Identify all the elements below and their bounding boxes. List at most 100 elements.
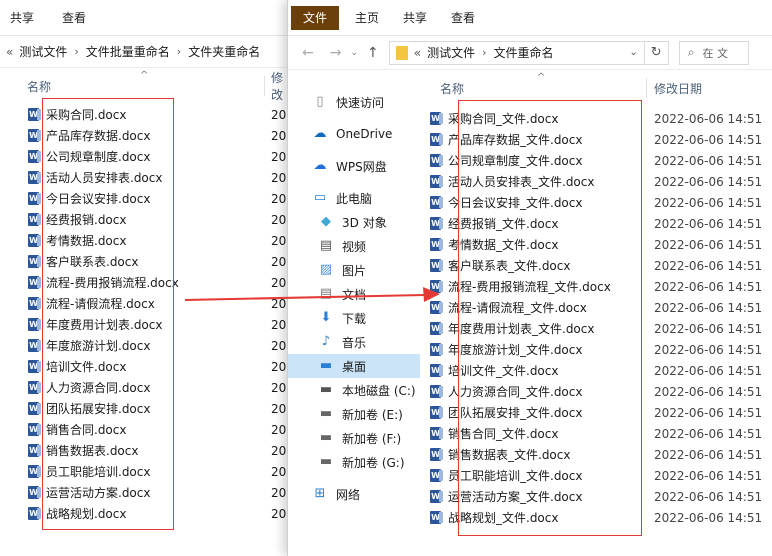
nav-item[interactable]: ▤ 视频 — [288, 234, 420, 258]
word-document-icon: W — [28, 318, 41, 331]
nav-item[interactable]: ⊞ 网络 — [288, 482, 420, 506]
address-bar[interactable]: « 测试文件 › 文件重命名 ⌄ — [388, 40, 645, 65]
word-document-icon: W — [430, 448, 443, 461]
nav-item-label: 音乐 — [342, 335, 367, 350]
column-name-header[interactable]: 名称 — [440, 80, 464, 97]
nav-item-label: 下载 — [342, 311, 367, 326]
refresh-button[interactable]: ↻ — [644, 40, 669, 65]
file-modified-date: 2022-06-06 14:51 — [654, 489, 763, 504]
file-modified-date: 20 — [271, 107, 287, 122]
nav-item[interactable]: ☁ OneDrive — [288, 122, 420, 146]
word-document-icon: W — [28, 423, 41, 436]
word-document-icon: W — [430, 238, 443, 251]
file-modified-date: 20 — [271, 275, 287, 290]
file-modified-date: 20 — [271, 380, 287, 395]
word-document-icon: W — [430, 469, 443, 482]
breadcrumb-item[interactable]: 测试文件 — [427, 44, 475, 61]
word-document-icon: W — [430, 196, 443, 209]
word-document-icon: W — [28, 339, 41, 352]
explorer-window-front: 文件 主页 共享 查看 ← → ⌄ ↑ « 测试文件 › 文件重命名 ⌄ ↻ ⌕… — [287, 0, 772, 556]
column-divider[interactable] — [264, 76, 265, 96]
column-divider[interactable] — [646, 78, 647, 98]
word-document-icon: W — [28, 150, 41, 163]
tab-file[interactable]: 文件 — [291, 5, 340, 30]
nav-item[interactable]: ☁ WPS网盘 — [288, 154, 420, 178]
word-document-icon: W — [28, 402, 41, 415]
nav-item[interactable]: ▬ 桌面 — [288, 354, 420, 378]
tab-share[interactable]: 共享 — [393, 0, 437, 36]
up-button[interactable]: ↑ — [367, 45, 379, 61]
word-document-icon: W — [430, 259, 443, 272]
file-modified-date: 20 — [271, 149, 287, 164]
file-modified-date: 20 — [271, 422, 287, 437]
network-icon: ⊞ — [314, 486, 326, 501]
back-button[interactable]: ← — [302, 45, 314, 61]
nav-item[interactable]: ♪ 音乐 — [288, 330, 420, 354]
ribbon: 共享 查看 — [0, 0, 290, 36]
search-box[interactable]: ⌕ 在 文 — [678, 40, 749, 65]
nav-item-label: 新加卷 (G:) — [342, 455, 405, 470]
word-document-icon: W — [430, 364, 443, 377]
column-modified-header[interactable]: 修改日期 — [654, 80, 702, 97]
forward-button[interactable]: → — [330, 45, 342, 61]
word-document-icon: W — [430, 175, 443, 188]
file-modified-date: 2022-06-06 14:51 — [654, 426, 763, 441]
nav-item[interactable]: ▬ 新加卷 (G:) — [288, 450, 420, 474]
word-document-icon: W — [430, 112, 443, 125]
breadcrumb-item[interactable]: 文件夹重命名 — [188, 43, 260, 60]
nav-item[interactable]: ▭ 此电脑 — [288, 186, 420, 210]
sort-ascending-icon: ^ — [537, 72, 546, 83]
folder-icon — [395, 45, 408, 60]
breadcrumb-item[interactable]: 文件重命名 — [494, 44, 554, 61]
nav-item-label: 3D 对象 — [342, 215, 387, 230]
nav-item[interactable]: ▯ 快速访问 — [288, 90, 420, 114]
file-modified-date: 20 — [271, 191, 287, 206]
word-document-icon: W — [28, 381, 41, 394]
word-document-icon: W — [430, 511, 443, 524]
file-modified-date: 2022-06-06 14:51 — [654, 237, 763, 252]
breadcrumb-overflow-icon[interactable]: « — [414, 46, 421, 60]
nav-item[interactable]: ⬇ 下载 — [288, 306, 420, 330]
nav-item[interactable]: ▬ 本地磁盘 (C:) — [288, 378, 420, 402]
file-modified-date: 2022-06-06 14:51 — [654, 468, 763, 483]
nav-item[interactable]: ▤ 文档 — [288, 282, 420, 306]
chevron-down-icon[interactable]: ⌄ — [350, 48, 358, 58]
file-modified-date: 2022-06-06 14:51 — [654, 384, 763, 399]
word-document-icon: W — [28, 192, 41, 205]
breadcrumb-item[interactable]: 文件批量重命名 — [86, 43, 170, 60]
nav-item[interactable]: ▬ 新加卷 (E:) — [288, 402, 420, 426]
pictures-icon: ▨ — [319, 262, 333, 277]
tab-view[interactable]: 查看 — [52, 0, 96, 36]
nav-item[interactable]: ▨ 图片 — [288, 258, 420, 282]
chevron-down-icon[interactable]: ⌄ — [629, 47, 637, 58]
breadcrumb-overflow-icon[interactable]: « — [6, 45, 13, 59]
file-modified-date: 20 — [271, 506, 287, 521]
word-document-icon: W — [430, 301, 443, 314]
address-bar-row: ← → ⌄ ↑ « 测试文件 › 文件重命名 ⌄ ↻ ⌕ 在 文 — [288, 36, 772, 70]
breadcrumb: « 测试文件 › 文件批量重命名 › 文件夹重命名 — [0, 36, 290, 68]
tab-home[interactable]: 主页 — [345, 0, 389, 36]
word-document-icon: W — [430, 385, 443, 398]
content-pane: ^ 名称 修改日期 W 采购合同_文件.docx 2022-06-06 14:51 W… — [423, 70, 772, 556]
word-document-icon: W — [28, 444, 41, 457]
tab-share[interactable]: 共享 — [0, 0, 44, 36]
highlight-box — [458, 100, 642, 536]
breadcrumb-item[interactable]: 测试文件 — [19, 43, 67, 60]
nav-item-label: 快速访问 — [336, 95, 385, 110]
word-document-icon: W — [430, 133, 443, 146]
column-header: ^ 名称 修改 — [0, 70, 290, 102]
word-document-icon: W — [28, 234, 41, 247]
nav-item[interactable]: ▬ 新加卷 (F:) — [288, 426, 420, 450]
highlight-box — [42, 98, 174, 530]
nav-item-label: 网络 — [336, 487, 361, 502]
file-modified-date: 2022-06-06 14:51 — [654, 300, 763, 315]
nav-item[interactable]: ◆ 3D 对象 — [288, 210, 420, 234]
word-document-icon: W — [430, 427, 443, 440]
word-document-icon: W — [28, 171, 41, 184]
chevron-right-icon: › — [482, 46, 487, 59]
cube-3d-icon: ◆ — [321, 214, 331, 229]
chevron-right-icon: › — [176, 45, 182, 58]
file-modified-date: 20 — [271, 254, 287, 269]
tab-view[interactable]: 查看 — [441, 0, 485, 36]
column-name-header[interactable]: 名称 — [27, 78, 51, 95]
